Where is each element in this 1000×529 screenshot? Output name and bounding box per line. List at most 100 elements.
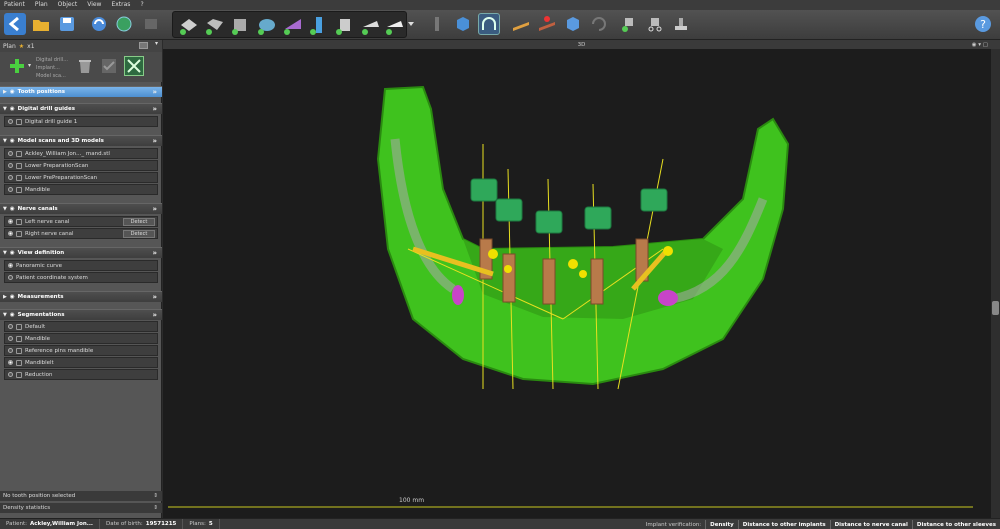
radio-button[interactable] — [8, 336, 13, 341]
list-item-segmentation[interactable]: Mandible — [4, 333, 158, 344]
radio-button[interactable] — [8, 163, 13, 168]
add-dropdown[interactable]: ▾ — [28, 62, 31, 69]
trash-small-icon[interactable] — [16, 359, 22, 366]
menu-object[interactable]: Object — [58, 0, 78, 10]
section-model-scans[interactable]: ▼ ◉ Model scans and 3D models » — [0, 135, 162, 146]
sync-button[interactable] — [88, 13, 110, 35]
list-item-model[interactable]: Mandible — [4, 184, 158, 195]
add-option-drill[interactable]: Digital drill... — [36, 56, 68, 64]
save-button[interactable] — [56, 13, 78, 35]
radio-button[interactable] — [8, 151, 13, 156]
distance-implants-button[interactable]: Distance to other implants — [737, 519, 830, 529]
trash-small-icon[interactable] — [16, 371, 22, 378]
distance-sleeves-button[interactable]: Distance to other sleeves — [911, 519, 1000, 529]
spinner-icon[interactable]: ⇕ — [153, 493, 158, 499]
trash-small-icon[interactable] — [16, 323, 22, 330]
section-nerve-canals[interactable]: ▼ ◉ Nerve canals » — [0, 203, 162, 214]
list-item-model[interactable]: Lower PreparationScan — [4, 160, 158, 171]
detect-button[interactable]: Detect — [123, 230, 155, 238]
menu-help[interactable]: ? — [140, 0, 143, 10]
scrollbar-thumb[interactable] — [992, 301, 999, 315]
radio-button[interactable] — [8, 348, 13, 353]
section-measurements[interactable]: ▶ ◉ Measurements » — [0, 291, 162, 302]
delete-object-button[interactable] — [76, 57, 94, 75]
3d-viewport[interactable]: 3D ◉ ▾ ▢ 100 mm — [163, 40, 1000, 518]
chevron-double-up-icon[interactable]: » — [152, 248, 157, 259]
list-item-nerve[interactable]: Left nerve canal Detect — [4, 216, 158, 227]
disabled-tool-button[interactable] — [140, 13, 162, 35]
menu-view[interactable]: View — [87, 0, 101, 10]
panel-collapse-icon[interactable]: ▾ — [155, 40, 158, 47]
menu-patient[interactable]: Patient — [4, 0, 25, 10]
menu-plan[interactable]: Plan — [35, 0, 48, 10]
density-button[interactable]: Density — [705, 519, 738, 529]
section-tooth-positions[interactable]: ▶ ◉ Tooth positions » — [0, 86, 162, 97]
chevron-double-down-icon[interactable]: » — [152, 87, 157, 98]
density-status-bar[interactable]: Density statistics ⇕ — [0, 503, 162, 513]
detect-button[interactable]: Detect — [123, 218, 155, 226]
distance-nerve-button[interactable]: Distance to nerve canal — [829, 519, 912, 529]
fit-view-button[interactable] — [124, 56, 144, 76]
chevron-double-down-icon[interactable]: » — [152, 292, 157, 303]
tooth-status-bar[interactable]: No tooth position selected ⇕ — [0, 491, 162, 501]
back-button[interactable] — [4, 13, 26, 35]
chevron-double-up-icon[interactable]: » — [152, 310, 157, 321]
help-button[interactable]: ? — [972, 13, 994, 35]
section-segmentations[interactable]: ▼ ◉ Segmentations » — [0, 309, 162, 320]
3d-cube-button[interactable] — [562, 13, 584, 35]
delete-measure-button[interactable] — [536, 13, 558, 35]
list-item-segmentation[interactable]: Reference pins mandible — [4, 345, 158, 356]
radio-button[interactable] — [8, 324, 13, 329]
stamp-button[interactable] — [670, 13, 692, 35]
panel-menu-icon[interactable] — [139, 42, 148, 49]
trash-small-icon[interactable] — [16, 335, 22, 342]
list-item-segmentation[interactable]: Reduction — [4, 369, 158, 380]
radio-button[interactable] — [8, 187, 13, 192]
section-drill-guides[interactable]: ▼ ◉ Digital drill guides » — [0, 103, 162, 114]
planning-tool-group — [172, 11, 407, 38]
add-object-button[interactable] — [8, 57, 26, 75]
globe-button[interactable] — [113, 13, 135, 35]
chevron-double-up-icon[interactable]: » — [152, 136, 157, 147]
list-item-view[interactable]: Patient coordinate system — [4, 272, 158, 283]
measure-button[interactable] — [510, 13, 532, 35]
radio-button[interactable] — [8, 372, 13, 377]
radio-button[interactable] — [8, 263, 13, 268]
mandible-scene[interactable]: 100 mm — [163, 49, 991, 518]
panoramic-button[interactable] — [478, 13, 500, 35]
edit-object-button[interactable] — [100, 57, 118, 75]
add-option-model[interactable]: Model sca... — [36, 72, 68, 80]
spinner-icon[interactable]: ⇕ — [153, 505, 158, 511]
chevron-double-up-icon[interactable]: » — [152, 104, 157, 115]
tool-group-dropdown[interactable] — [407, 13, 415, 35]
list-item-nerve[interactable]: Right nerve canal Detect — [4, 228, 158, 239]
item-label: Reduction — [25, 371, 53, 378]
chevron-down-icon — [408, 22, 414, 26]
radio-button[interactable] — [8, 231, 13, 236]
open-button[interactable] — [30, 13, 52, 35]
sleeve-tool-button[interactable] — [618, 13, 640, 35]
radio-button[interactable] — [8, 275, 13, 280]
list-item-view[interactable]: Panoramic curve — [4, 260, 158, 271]
list-item-model[interactable]: Lower PrePreparationScan — [4, 172, 158, 183]
section-view-definition[interactable]: ▼ ◉ View definition » — [0, 247, 162, 258]
undo-button[interactable] — [588, 13, 610, 35]
model-file-icon — [16, 162, 22, 169]
radio-button[interactable] — [8, 360, 13, 365]
add-option-implant[interactable]: Implant... — [36, 64, 68, 72]
list-item-segmentation[interactable]: Mandiblelt — [4, 357, 158, 368]
list-item-model[interactable]: Ackley_William Jon..._ mand.stl — [4, 148, 158, 159]
radio-button[interactable] — [8, 119, 13, 124]
viewport-scrollbar[interactable] — [991, 49, 1000, 518]
list-item-drill-guide[interactable]: Digital drill guide 1 — [4, 116, 158, 127]
list-item-segmentation[interactable]: Default — [4, 321, 158, 332]
menu-extras[interactable]: Extras — [111, 0, 130, 10]
sleeve-scissor-button[interactable] — [644, 13, 666, 35]
radio-button[interactable] — [8, 175, 13, 180]
viewport-options-icon[interactable]: ◉ ▾ ▢ — [972, 42, 988, 48]
trash-small-icon[interactable] — [16, 347, 22, 354]
radio-button[interactable] — [8, 219, 13, 224]
add-implant-button[interactable] — [426, 13, 448, 35]
cube-view-button[interactable] — [452, 13, 474, 35]
chevron-double-up-icon[interactable]: » — [152, 204, 157, 215]
